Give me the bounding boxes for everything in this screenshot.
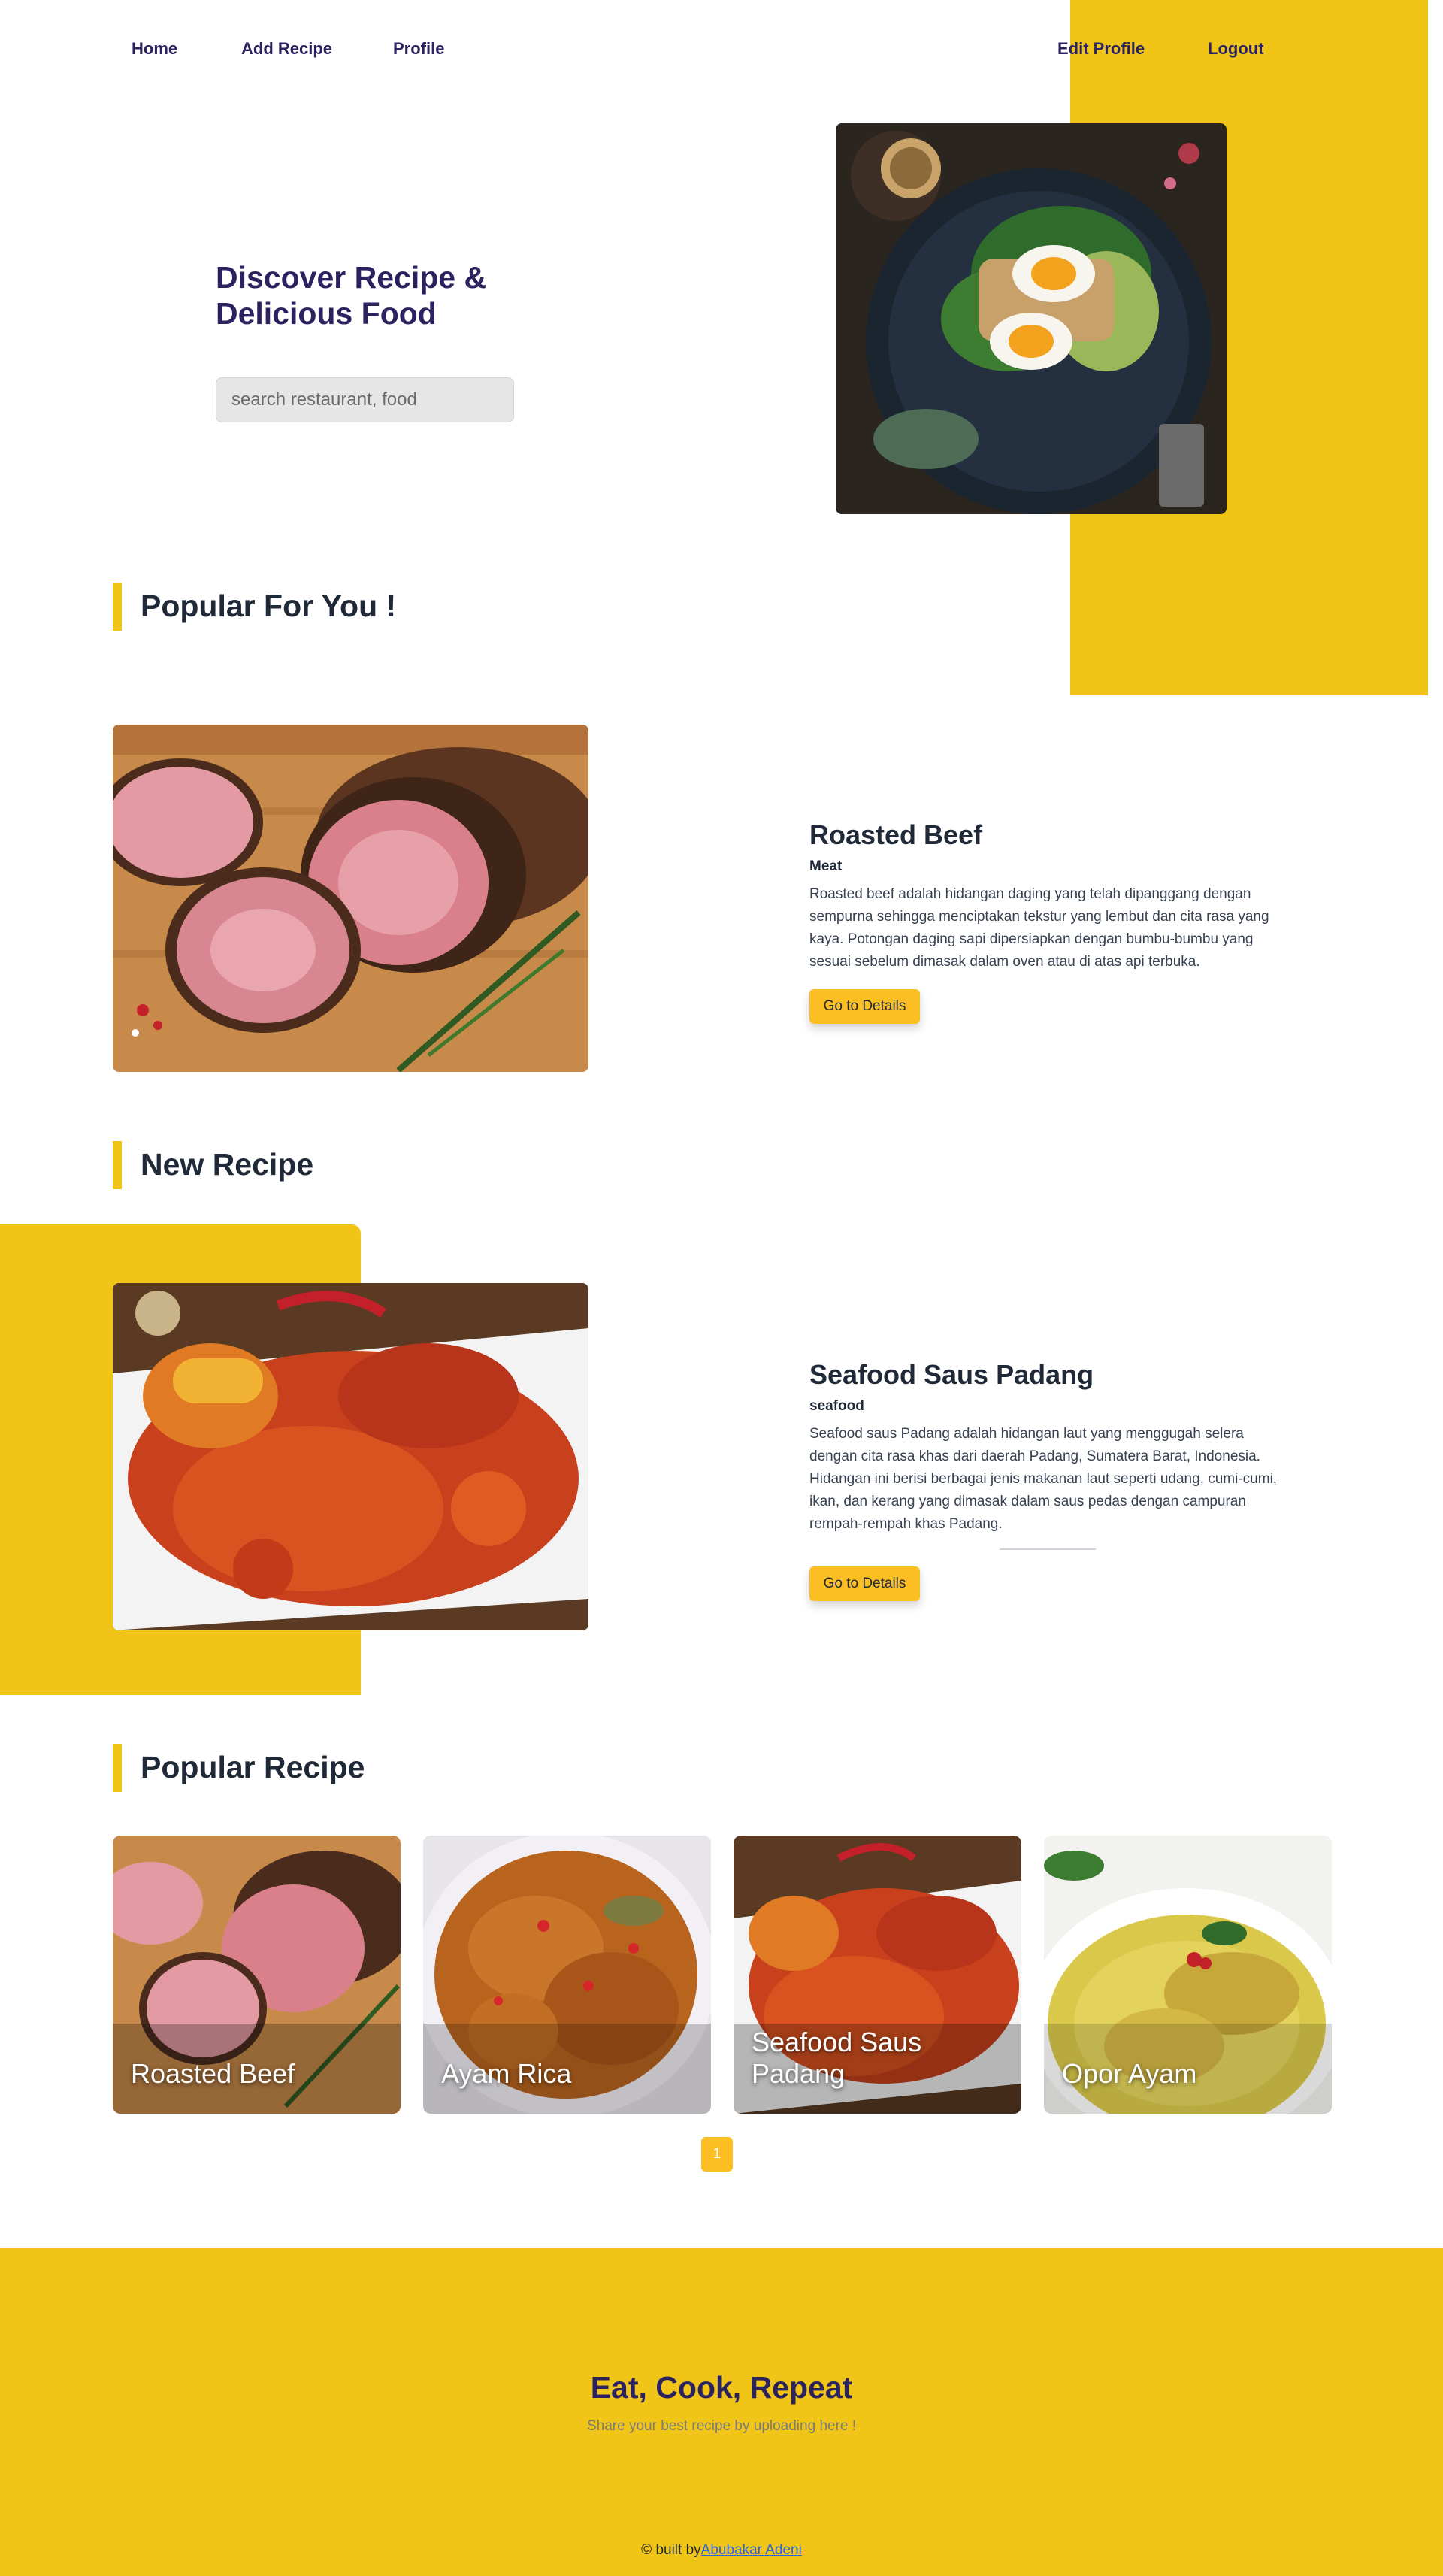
section-accent-bar xyxy=(113,583,122,631)
recipe-description: Seafood saus Padang adalah hidangan laut… xyxy=(809,1426,1278,1532)
go-to-details-button[interactable]: Go to Details xyxy=(809,1566,920,1601)
pagination-page-button[interactable]: 1 xyxy=(701,2137,733,2172)
popular-recipe-heading: Popular Recipe xyxy=(141,1750,365,1784)
recipe-card[interactable]: Opor Ayam xyxy=(1044,1836,1332,2114)
footer-title: Eat, Cook, Repeat xyxy=(590,2370,853,2405)
nav-edit-profile-link[interactable]: Edit Profile xyxy=(1057,39,1145,59)
recipe-description: Roasted beef adalah hidangan daging yang… xyxy=(809,886,1269,970)
recipe-card[interactable]: Ayam Rica xyxy=(423,1836,711,2114)
new-recipe-heading: New Recipe xyxy=(141,1147,314,1182)
recipe-title: Roasted Beef xyxy=(809,819,983,850)
credit-prefix: © built by xyxy=(641,2542,701,2558)
card-title: Seafood Saus Padang xyxy=(752,2027,922,2089)
hero-title: Discover Recipe & Delicious Food xyxy=(216,260,487,331)
nav-add-recipe-link[interactable]: Add Recipe xyxy=(241,39,332,59)
nav-home-link[interactable]: Home xyxy=(132,39,177,59)
divider-line xyxy=(1000,1548,1096,1550)
section-accent-bar xyxy=(113,1744,122,1792)
card-title: Ayam Rica xyxy=(441,2058,572,2089)
recipe-category: seafood xyxy=(809,1398,864,1414)
author-link[interactable]: Abubakar Adeni xyxy=(701,2542,802,2558)
nav-profile-link[interactable]: Profile xyxy=(393,39,444,59)
go-to-details-button[interactable]: Go to Details xyxy=(809,989,920,1024)
footer-credit: © built byAbubakar Adeni xyxy=(0,2542,1443,2559)
roasted-beef-image xyxy=(113,725,588,1072)
search-input[interactable] xyxy=(216,377,514,422)
seafood-saus-padang-image xyxy=(113,1283,588,1630)
card-title: Opor Ayam xyxy=(1062,2058,1197,2089)
footer-subtitle: Share your best recipe by uploading here… xyxy=(586,2418,857,2434)
nav-logout-link[interactable]: Logout xyxy=(1208,39,1264,59)
hero-food-image xyxy=(836,123,1227,514)
card-title: Roasted Beef xyxy=(131,2058,295,2089)
recipe-category: Meat xyxy=(809,858,843,874)
recipe-title: Seafood Saus Padang xyxy=(809,1359,1094,1390)
popular-for-you-heading: Popular For You ! xyxy=(141,589,397,623)
recipe-card[interactable]: Roasted Beef xyxy=(113,1836,401,2114)
section-accent-bar xyxy=(113,1141,122,1189)
footer: Eat, Cook, Repeat Share your best recipe… xyxy=(0,2248,1443,2576)
recipe-card[interactable]: Seafood Saus Padang xyxy=(734,1836,1021,2114)
